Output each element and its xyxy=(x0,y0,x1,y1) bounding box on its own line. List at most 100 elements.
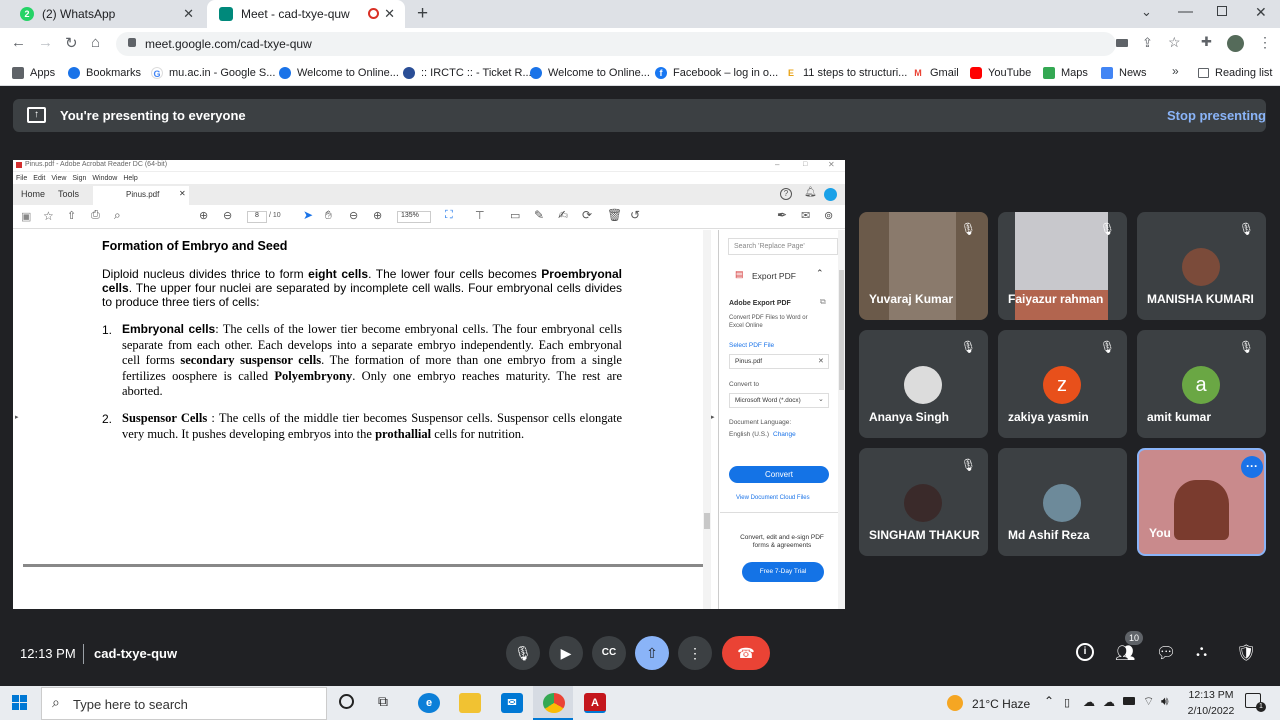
onedrive-icon[interactable]: ☁︎ xyxy=(1083,695,1095,709)
camera-button[interactable]: ▶︎ xyxy=(549,636,583,670)
pane-scrollbar[interactable] xyxy=(838,230,845,609)
extensions-icon[interactable]: ✚ xyxy=(1201,34,1212,50)
menu-help[interactable]: Help xyxy=(123,175,137,182)
close-window-icon[interactable]: ✕ xyxy=(1255,4,1267,21)
back-icon[interactable]: ← xyxy=(11,34,26,51)
menu-edit[interactable]: Edit xyxy=(33,175,45,182)
convert-button[interactable]: Convert xyxy=(729,466,829,483)
windows-start-icon[interactable] xyxy=(12,695,27,710)
account-icon[interactable] xyxy=(824,188,837,201)
people-icon[interactable]: 👥︎ xyxy=(1115,643,1135,663)
stop-presenting-button[interactable]: Stop presenting xyxy=(1167,108,1266,123)
profile-avatar[interactable] xyxy=(1227,35,1244,52)
menu-dots-icon[interactable]: ⋮ xyxy=(1258,34,1272,51)
host-controls-icon[interactable]: 🛡︎ xyxy=(1236,643,1256,663)
participant-tile[interactable]: 🎙︎ Faiyazur rahman xyxy=(998,212,1127,320)
reading-list[interactable]: Reading list xyxy=(1198,64,1272,82)
participant-tile[interactable]: 🎙︎ MANISHA KUMARI xyxy=(1137,212,1266,320)
copy-icon[interactable]: ⧉ xyxy=(820,297,826,307)
clock-date[interactable]: 2/10/2022 xyxy=(1183,705,1239,717)
delete-icon[interactable]: 🗑︎ xyxy=(607,208,622,222)
bookmark-welcome-1[interactable]: Welcome to Online... xyxy=(279,64,399,82)
leave-call-button[interactable]: ☎︎ xyxy=(722,636,770,670)
maximize-icon[interactable] xyxy=(1217,6,1227,16)
menu-window[interactable]: Window xyxy=(92,175,117,182)
save-icon[interactable]: ▣ xyxy=(21,210,31,223)
clear-file-icon[interactable]: ✕ xyxy=(818,357,824,365)
bookmark-11-steps[interactable]: E 11 steps to structuri... xyxy=(785,64,907,82)
bookmark-youtube[interactable]: YouTube xyxy=(970,64,1031,82)
show-hidden-icons[interactable]: ⌃ xyxy=(1044,694,1054,708)
volume-icon[interactable]: 🔊︎ xyxy=(1161,694,1169,709)
reader-minimize-icon[interactable]: – xyxy=(775,160,779,169)
format-select[interactable]: Microsoft Word (*.docx) xyxy=(729,393,829,408)
more-bookmarks-icon[interactable]: » xyxy=(1172,64,1179,78)
tab-whatsapp[interactable]: 2 (2) WhatsApp ✕ xyxy=(8,0,204,28)
zoom-in-icon[interactable]: ⊕ xyxy=(373,209,382,222)
minimize-icon[interactable]: — xyxy=(1178,3,1193,20)
bookmark-news[interactable]: News xyxy=(1101,64,1147,82)
bookmark-bookmarks[interactable]: Bookmarks xyxy=(68,64,141,82)
collapse-icon[interactable]: ⌃ xyxy=(816,268,824,279)
participant-tile[interactable]: z 🎙︎ zakiya yasmin xyxy=(998,330,1127,438)
select-cursor-icon[interactable]: ➤ xyxy=(303,208,313,222)
home-icon[interactable]: ⌂ xyxy=(91,34,100,51)
task-view-icon[interactable]: ⧉ xyxy=(378,693,388,710)
present-button[interactable]: ⇧ xyxy=(635,636,669,670)
more-options-button[interactable]: ⋮ xyxy=(678,636,712,670)
email-icon[interactable]: ✉ xyxy=(801,209,810,222)
rotate-icon[interactable]: ⟳ xyxy=(582,208,592,222)
self-tile[interactable]: ··· You xyxy=(1137,448,1266,556)
forward-icon[interactable]: → xyxy=(38,34,53,51)
bookmark-welcome-2[interactable]: Welcome to Online... xyxy=(530,64,650,82)
bookmark-mu[interactable]: Gmu.ac.in - Google S... xyxy=(151,64,275,82)
draw-icon[interactable]: ✍︎ xyxy=(558,208,568,222)
search-tools-input[interactable]: Search 'Replace Page' xyxy=(728,238,838,255)
right-pane-toggle-icon[interactable]: ▸ xyxy=(711,413,715,421)
pane-scrollbar-thumb[interactable] xyxy=(839,270,844,390)
export-pdf-header[interactable]: Export PDF xyxy=(752,271,796,281)
reader-maximize-icon[interactable]: □ xyxy=(803,161,807,168)
participant-tile[interactable]: a 🎙︎ amit kumar xyxy=(1137,330,1266,438)
participant-tile[interactable]: Md Ashif Reza xyxy=(998,448,1127,556)
left-pane-toggle-icon[interactable]: ▸ xyxy=(15,413,19,421)
sign-icon[interactable]: ✒︎ xyxy=(777,208,787,222)
camera-in-use-icon[interactable] xyxy=(1116,39,1128,47)
tray-usb-icon[interactable]: ▯ xyxy=(1064,696,1070,709)
reader-tab-doc[interactable]: Pinus.pdf ✕ xyxy=(93,186,189,205)
participant-tile[interactable]: 🎙︎ Yuvaraj Kumar xyxy=(859,212,988,320)
menu-sign[interactable]: Sign xyxy=(72,175,86,182)
captions-button[interactable]: CC xyxy=(592,636,626,670)
reader-tab-tools[interactable]: Tools xyxy=(58,189,79,199)
zoom-level-select[interactable]: 135% xyxy=(397,211,431,223)
url-text[interactable]: meet.google.com/cad-txye-quw xyxy=(145,37,312,51)
chrome-icon[interactable] xyxy=(543,693,565,713)
bookmark-maps[interactable]: Maps xyxy=(1043,64,1088,82)
cortana-icon[interactable] xyxy=(339,694,354,709)
selected-file-field[interactable]: Pinus.pdf xyxy=(729,354,829,369)
mail-icon[interactable]: ✉ xyxy=(501,693,523,713)
participant-tile[interactable]: 🎙︎ SINGHAM THAKUR xyxy=(859,448,988,556)
menu-view[interactable]: View xyxy=(51,175,66,182)
bookmark-star-icon[interactable]: ☆ xyxy=(1168,34,1181,51)
participant-tile[interactable]: 🎙︎ Ananya Singh xyxy=(859,330,988,438)
notifications-bell-icon[interactable]: 🔔︎ xyxy=(804,187,817,198)
weather-icon[interactable] xyxy=(947,695,963,711)
acrobat-reader-icon[interactable]: A xyxy=(584,693,606,713)
close-tab-icon[interactable]: ✕ xyxy=(384,6,395,22)
reader-close-icon[interactable]: ✕ xyxy=(828,160,835,169)
share-icon[interactable]: ⇪ xyxy=(1142,35,1153,51)
clock-time[interactable]: 12:13 PM xyxy=(1186,689,1236,701)
page-number-input[interactable]: 8 xyxy=(247,211,267,223)
comment-icon[interactable]: ▭ xyxy=(510,209,520,222)
edge-icon[interactable]: e xyxy=(418,693,440,713)
lock-icon[interactable] xyxy=(128,38,136,47)
vertical-scrollbar[interactable] xyxy=(703,230,711,609)
reload-icon[interactable]: ↻ xyxy=(65,34,78,52)
new-tab-icon[interactable]: + xyxy=(417,3,428,25)
bookmark-apps[interactable]: Apps xyxy=(12,64,55,82)
free-trial-button[interactable]: Free 7-Day Trial xyxy=(742,562,824,582)
reader-tab-home[interactable]: Home xyxy=(21,189,45,199)
bookmark-gmail[interactable]: M Gmail xyxy=(912,64,959,82)
close-tab-icon[interactable]: ✕ xyxy=(183,6,194,22)
